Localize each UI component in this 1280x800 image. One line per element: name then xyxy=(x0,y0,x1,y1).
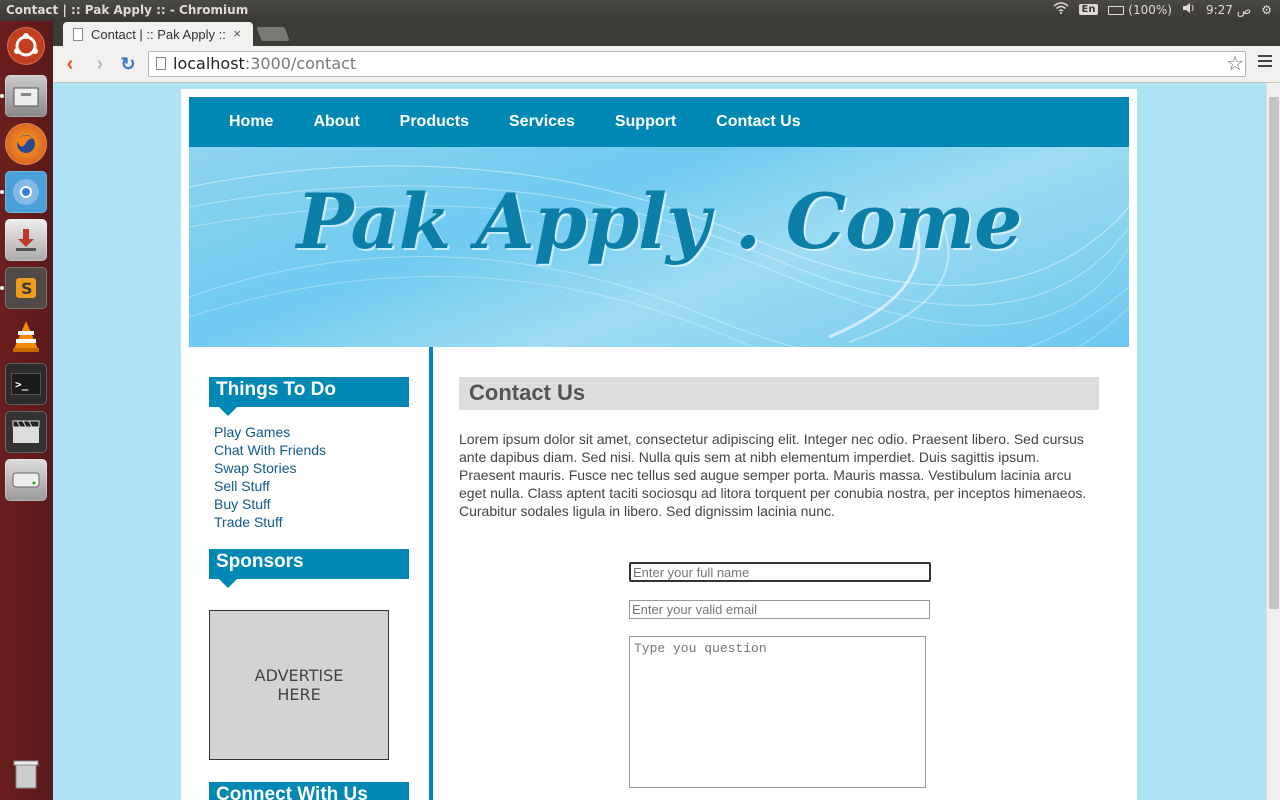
main-content: Contact Us Lorem ipsum dolor sit amet, c… xyxy=(459,377,1099,788)
running-indicator xyxy=(0,286,4,290)
installer-icon[interactable] xyxy=(5,219,47,261)
wifi-icon[interactable] xyxy=(1053,2,1069,17)
nav-services[interactable]: Services xyxy=(509,113,575,131)
running-indicator xyxy=(0,190,4,194)
reload-button[interactable]: ↻ xyxy=(117,53,139,75)
list-item[interactable]: Sell Stuff xyxy=(214,477,404,495)
list-item[interactable]: Swap Stories xyxy=(214,459,404,477)
email-field[interactable] xyxy=(629,600,930,619)
chromium-icon[interactable] xyxy=(5,171,47,213)
keyboard-layout-indicator[interactable]: En xyxy=(1078,4,1099,15)
page-scrollbar[interactable] xyxy=(1266,83,1280,800)
things-to-do-heading: Things To Do xyxy=(209,377,409,416)
page-icon xyxy=(73,27,83,41)
video-editor-icon[interactable] xyxy=(5,411,47,453)
bookmark-star-icon[interactable]: ☆ xyxy=(1226,51,1244,76)
address-bar[interactable]: localhost:3000/contact xyxy=(148,51,1246,77)
url-path: :3000/contact xyxy=(244,54,357,73)
sidebar: Things To Do Play Games Chat With Friend… xyxy=(209,377,409,800)
list-item[interactable]: Play Games xyxy=(214,423,404,441)
svg-text:S: S xyxy=(21,279,33,298)
scrollbar-thumb[interactable] xyxy=(1269,97,1279,609)
ad-line: HERE xyxy=(277,685,321,704)
forward-button[interactable]: › xyxy=(89,53,111,75)
column-divider xyxy=(429,347,433,800)
unity-launcher: S >_ xyxy=(0,21,53,800)
new-tab-button[interactable] xyxy=(256,27,290,41)
trash-icon[interactable] xyxy=(5,753,47,795)
nav-home[interactable]: Home xyxy=(229,113,273,131)
gear-icon[interactable]: ⚙ xyxy=(1261,3,1272,17)
firefox-icon[interactable] xyxy=(5,123,47,165)
nav-about[interactable]: About xyxy=(313,113,359,131)
battery-indicator[interactable]: (100%) xyxy=(1108,3,1172,17)
full-name-field[interactable] xyxy=(629,562,931,582)
tab-strip: Contact | :: Pak Apply :: × xyxy=(53,21,1280,46)
battery-icon xyxy=(1108,5,1125,15)
things-to-do-list: Play Games Chat With Friends Swap Storie… xyxy=(209,407,409,549)
list-item[interactable]: Trade Stuff xyxy=(214,513,404,531)
site-banner: Pak Apply . Come xyxy=(189,147,1129,347)
page-title: Contact Us xyxy=(459,377,1099,410)
advertise-placeholder[interactable]: ADVERTISE HERE xyxy=(209,610,389,760)
nav-support[interactable]: Support xyxy=(615,113,676,131)
vlc-icon[interactable] xyxy=(5,315,47,357)
menu-icon[interactable] xyxy=(1258,55,1272,70)
files-icon[interactable] xyxy=(5,75,47,117)
back-button[interactable]: ‹ xyxy=(59,53,81,75)
list-item[interactable]: Buy Stuff xyxy=(214,495,404,513)
tab-title: Contact | :: Pak Apply :: xyxy=(91,26,226,42)
tab-contact[interactable]: Contact | :: Pak Apply :: × xyxy=(63,22,253,46)
system-tray: En (100%) 9:27 ص ⚙ xyxy=(1053,2,1272,17)
connect-heading: Connect With Us xyxy=(209,782,409,800)
nav-products[interactable]: Products xyxy=(400,113,469,131)
list-item[interactable]: Chat With Friends xyxy=(214,441,404,459)
battery-percent: (100%) xyxy=(1128,2,1172,17)
terminal-icon[interactable]: >_ xyxy=(5,363,47,405)
disk-icon[interactable] xyxy=(5,459,47,501)
browser-toolbar: ‹ › ↻ localhost:3000/contact ☆ xyxy=(53,46,1280,83)
svg-text:>_: >_ xyxy=(15,378,29,391)
ubuntu-dash-icon[interactable] xyxy=(7,27,45,65)
question-textarea[interactable] xyxy=(629,636,926,788)
intro-paragraph: Lorem ipsum dolor sit amet, consectetur … xyxy=(459,431,1087,519)
sublime-text-icon[interactable]: S xyxy=(5,267,47,309)
close-icon[interactable]: × xyxy=(233,26,241,41)
ad-line: ADVERTISE xyxy=(254,666,344,685)
site-container: Home About Products Services Support Con… xyxy=(181,89,1137,800)
running-indicator xyxy=(0,94,4,98)
url-host: localhost xyxy=(173,54,245,73)
site-logo[interactable]: Pak Apply . Come xyxy=(189,177,1129,266)
page-icon xyxy=(156,57,166,70)
page-viewport: Home About Products Services Support Con… xyxy=(53,83,1266,800)
clock[interactable]: 9:27 ص xyxy=(1206,3,1251,17)
window-title: Contact | :: Pak Apply :: - Chromium xyxy=(6,3,249,17)
os-top-panel: Contact | :: Pak Apply :: - Chromium En … xyxy=(0,0,1280,21)
sponsors-heading: Sponsors xyxy=(209,549,409,588)
site-nav: Home About Products Services Support Con… xyxy=(189,97,1129,147)
volume-icon[interactable] xyxy=(1182,2,1196,17)
nav-contact-us[interactable]: Contact Us xyxy=(716,113,800,131)
